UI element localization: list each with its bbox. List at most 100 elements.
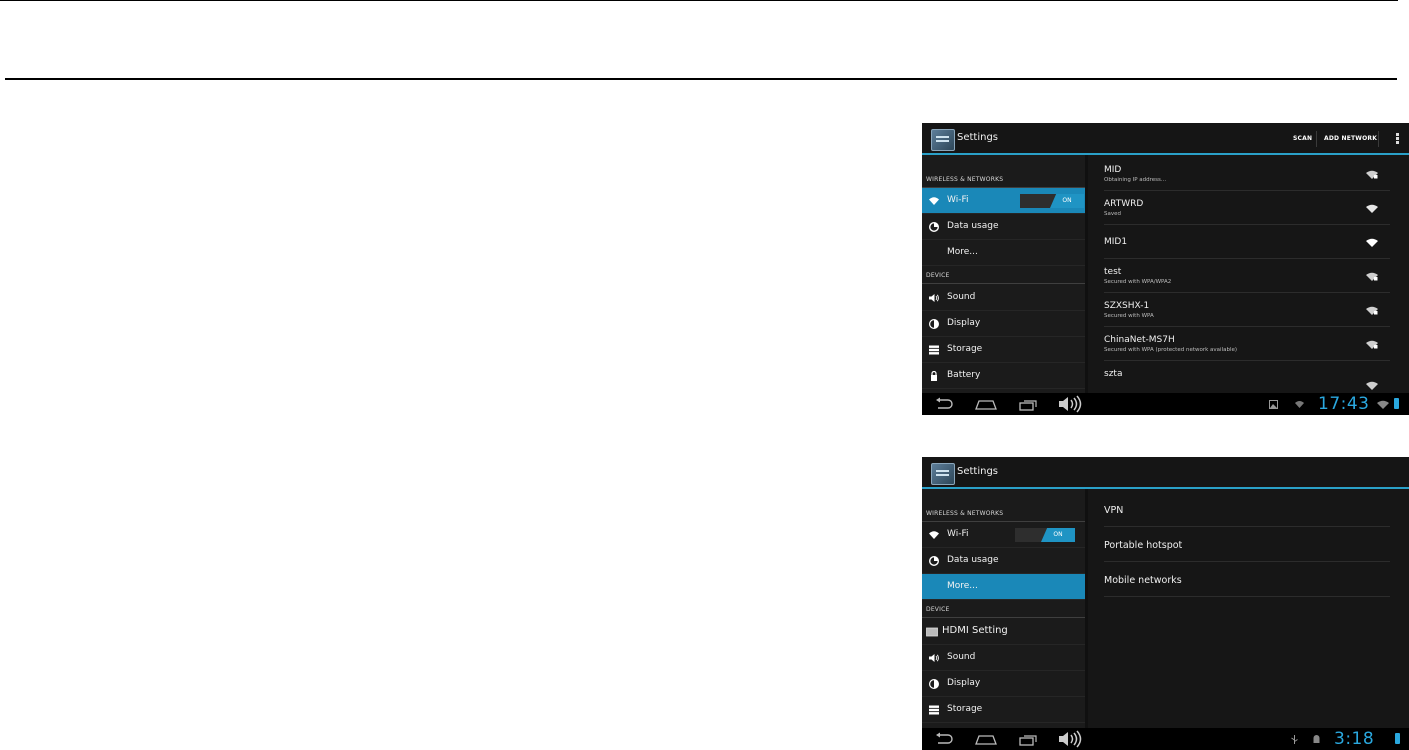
network-item[interactable]: ChinaNet-MS7H Secured with WPA (protecte… [1104,327,1390,361]
status-clock: 3:18 [1334,729,1375,749]
app-title: Settings [957,132,999,143]
network-item[interactable]: MID Obtaining IP address... [1104,157,1390,191]
menu-item-label: Storage [947,344,983,354]
menu-item-hdmi-setting[interactable]: HDMI Setting [922,619,1085,645]
menu-item-data-usage[interactable]: Data usage [922,548,1085,574]
menu-item-label: HDMI Setting [942,625,1008,636]
back-icon[interactable] [934,397,954,411]
recent-apps-icon[interactable] [1019,397,1039,411]
wifi-signal-lock-icon [1366,272,1378,281]
storage-icon [929,345,939,355]
wifi-signal-icon [1366,204,1378,213]
overflow-menu-icon[interactable] [1396,133,1399,136]
option-mobile-networks[interactable]: Mobile networks [1104,562,1390,597]
volume-icon[interactable] [1058,395,1086,413]
sound-icon [929,294,939,302]
network-status: Obtaining IP address... [1104,177,1167,183]
menu-item-data-usage[interactable]: Data usage [922,214,1085,240]
settings-app-icon[interactable] [931,463,955,485]
action-bar: Settings [922,457,1409,489]
wifi-icon [929,197,939,205]
network-item[interactable]: ARTWRD Saved [1104,191,1390,225]
wifi-toggle[interactable]: ON [1015,528,1075,542]
menu-item-storage[interactable]: Storage [922,337,1085,363]
wifi-icon [929,531,939,539]
data-usage-icon [929,556,939,566]
network-status: Secured with WPA (protected network avai… [1104,347,1238,353]
menu-item-label: Wi-Fi [947,529,969,539]
menu-item-battery[interactable]: Battery [922,363,1085,389]
wifi-signal-lock-icon [1366,381,1378,390]
wifi-toggle-state: ON [1050,194,1084,208]
network-name: MID1 [1104,237,1128,247]
network-name: szta [1104,369,1123,379]
menu-item-label: Storage [947,704,983,714]
action-bar: Settings SCAN ADD NETWORK [922,123,1409,155]
menu-item-sound[interactable]: Sound [922,285,1085,311]
network-status: Secured with WPA [1104,313,1154,319]
home-icon[interactable] [975,397,997,411]
menu-item-display[interactable]: Display [922,311,1085,337]
menu-item-more[interactable]: More... [922,574,1085,600]
data-usage-icon [929,222,939,232]
option-label: VPN [1104,505,1124,516]
top-rule [0,0,1398,1]
menu-item-wifi[interactable]: Wi-Fi ON [922,522,1085,548]
hdmi-icon [926,627,938,637]
option-vpn[interactable]: VPN [1104,492,1390,527]
menu-item-storage[interactable]: Storage [922,697,1085,723]
wifi-status-icon [1377,400,1389,409]
scan-button[interactable]: SCAN [1293,135,1312,142]
menu-item-display[interactable]: Display [922,671,1085,697]
add-network-button[interactable]: ADD NETWORK [1324,135,1377,142]
menu-item-label: Wi-Fi [947,195,969,205]
network-status: Secured with WPA/WPA2 [1104,279,1172,285]
option-label: Mobile networks [1104,575,1182,586]
settings-wifi-screenshot: Settings SCAN ADD NETWORK WIRELESS & NET… [922,123,1409,415]
menu-item-label: Display [947,678,981,688]
settings-menu: WIRELESS & NETWORKS Wi-Fi ON Data usage … [922,489,1085,728]
menu-item-label: More... [947,581,978,591]
volume-icon[interactable] [1058,730,1086,748]
section-header-device: DEVICE [926,606,950,613]
network-name: SZXSHX-1 [1104,301,1150,311]
wifi-network-list: MID Obtaining IP address... ARTWRD Saved… [1088,155,1409,393]
wifi-signal-lock-icon [1366,340,1378,349]
menu-item-wifi[interactable]: Wi-Fi ON [922,188,1085,214]
display-icon [929,319,939,329]
menu-item-more[interactable]: More... [922,240,1085,266]
android-debug-icon [1313,735,1320,743]
option-label: Portable hotspot [1104,540,1183,551]
recent-apps-icon[interactable] [1019,732,1039,746]
home-icon[interactable] [975,732,997,746]
network-item[interactable]: test Secured with WPA/WPA2 [1104,259,1390,293]
menu-item-label: More... [947,247,978,257]
network-name: ChinaNet-MS7H [1104,335,1175,345]
network-name: test [1104,267,1122,277]
settings-app-icon[interactable] [931,129,955,151]
gallery-notification-icon [1269,400,1278,409]
network-item[interactable]: SZXSHX-1 Secured with WPA [1104,293,1390,327]
battery-icon [931,371,937,381]
network-item[interactable]: MID1 [1104,225,1390,259]
network-item[interactable]: szta [1104,361,1390,395]
network-name: MID [1104,165,1122,175]
storage-icon [929,705,939,715]
wifi-notification-icon [1295,401,1304,408]
wifi-toggle[interactable]: ON [1020,194,1084,208]
more-options-list: VPN Portable hotspot Mobile networks [1088,489,1409,728]
back-icon[interactable] [934,732,954,746]
section-divider [922,617,1085,618]
wifi-signal-lock-icon [1366,170,1378,179]
settings-menu: WIRELESS & NETWORKS Wi-Fi ON Data usage … [922,155,1085,393]
battery-status-icon [1394,398,1399,409]
action-divider [1378,131,1379,147]
menu-item-label: Sound [947,652,976,662]
option-portable-hotspot[interactable]: Portable hotspot [1104,527,1390,562]
header-rule [5,78,1397,80]
display-icon [929,679,939,689]
menu-item-sound[interactable]: Sound [922,645,1085,671]
network-name: ARTWRD [1104,199,1144,209]
section-header-wireless: WIRELESS & NETWORKS [926,510,1004,517]
battery-status-icon [1395,733,1400,744]
